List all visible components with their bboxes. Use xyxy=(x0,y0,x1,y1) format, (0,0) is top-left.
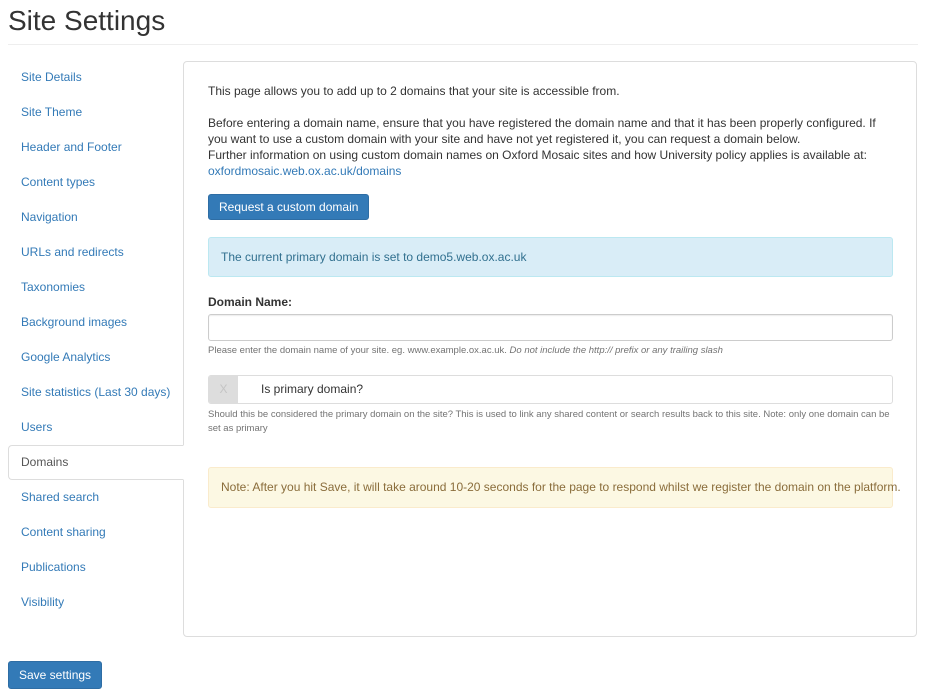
domain-name-help-text: Please enter the domain name of your sit… xyxy=(208,345,507,356)
sidebar-item-users[interactable]: Users xyxy=(8,410,183,445)
page-title: Site Settings xyxy=(8,5,166,36)
sidebar-item-visibility[interactable]: Visibility xyxy=(8,585,183,620)
sidebar-item-shared-search[interactable]: Shared search xyxy=(8,480,183,515)
domain-name-help: Please enter the domain name of your sit… xyxy=(208,345,723,356)
title-divider xyxy=(8,44,918,45)
sidebar-item-navigation[interactable]: Navigation xyxy=(8,200,183,235)
domain-instructions: Before entering a domain name, ensure th… xyxy=(208,115,898,179)
sidebar-item-site-theme[interactable]: Site Theme xyxy=(8,95,183,130)
sidebar-item-taxonomies[interactable]: Taxonomies xyxy=(8,270,183,305)
intro-text: This page allows you to add up to 2 doma… xyxy=(208,84,620,98)
primary-domain-label: Is primary domain? xyxy=(261,382,364,396)
x-icon: X xyxy=(219,382,228,396)
sidebar-item-content-sharing[interactable]: Content sharing xyxy=(8,515,183,550)
save-note-alert: Note: After you hit Save, it will take a… xyxy=(208,467,901,508)
sidebar-item-site-statistics[interactable]: Site statistics (Last 30 days) xyxy=(8,375,183,410)
sidebar-item-google-analytics[interactable]: Google Analytics xyxy=(8,340,183,375)
sidebar-item-urls-and-redirects[interactable]: URLs and redirects xyxy=(8,235,183,270)
instructions-text-1: Before entering a domain name, ensure th… xyxy=(208,116,876,146)
settings-sidebar: Site Details Site Theme Header and Foote… xyxy=(8,60,184,620)
sidebar-item-domains[interactable]: Domains xyxy=(8,445,184,480)
sidebar-item-header-and-footer[interactable]: Header and Footer xyxy=(8,130,183,165)
primary-domain-toggle[interactable]: X xyxy=(209,376,238,403)
sidebar-item-site-details[interactable]: Site Details xyxy=(8,60,183,95)
sidebar-item-publications[interactable]: Publications xyxy=(8,550,183,585)
save-settings-button[interactable]: Save settings xyxy=(8,661,103,689)
primary-domain-toggle-row: X Is primary domain? xyxy=(208,375,893,404)
domain-name-help-warning: Do not include the http:// prefix or any… xyxy=(509,345,723,356)
domain-name-input[interactable] xyxy=(208,314,893,341)
domains-info-link[interactable]: oxfordmosaic.web.ox.ac.uk/domains xyxy=(208,164,401,178)
request-custom-domain-button[interactable]: Request a custom domain xyxy=(208,194,370,220)
sidebar-item-background-images[interactable]: Background images xyxy=(8,305,183,340)
primary-domain-help: Should this be considered the primary do… xyxy=(208,409,890,434)
instructions-text-2: Further information on using custom doma… xyxy=(208,148,867,162)
domain-name-label: Domain Name: xyxy=(208,295,293,309)
primary-domain-alert: The current primary domain is set to dem… xyxy=(208,237,893,277)
domains-panel: This page allows you to add up to 2 doma… xyxy=(183,61,917,637)
sidebar-item-content-types[interactable]: Content types xyxy=(8,165,183,200)
